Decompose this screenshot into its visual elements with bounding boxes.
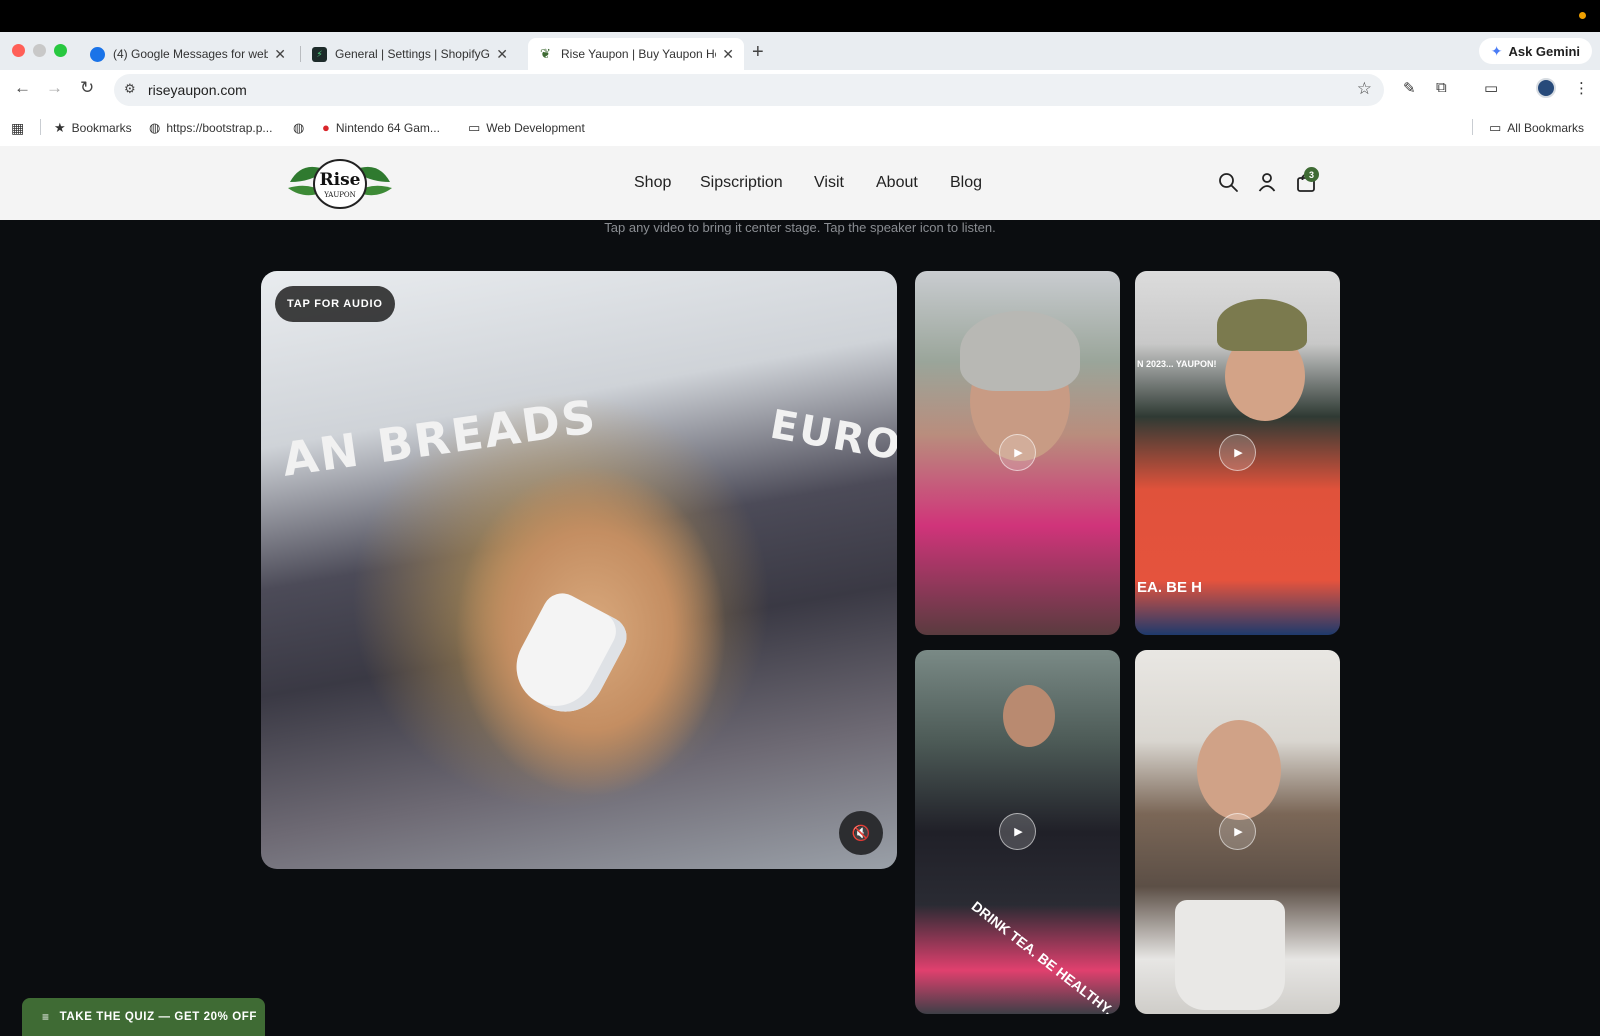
search-icon[interactable] xyxy=(1217,171,1239,193)
nav-sipscription[interactable]: Sipscription xyxy=(700,174,783,192)
tab-google-messages[interactable]: (4) Google Messages for web ✕ xyxy=(80,38,296,70)
person-face xyxy=(1003,685,1055,747)
bookmark-label: Nintendo 64 Gam... xyxy=(335,120,440,135)
person-hair xyxy=(960,311,1080,391)
bookmark-divider xyxy=(40,119,41,135)
rise-yaupon-logo[interactable]: Rise YAUPON xyxy=(282,152,398,214)
video-thumbnail-4[interactable]: ▶ xyxy=(1135,650,1340,1014)
banner-text: DRINK TEA. BE HEALTHY. xyxy=(968,897,1117,1014)
featured-video[interactable]: AN BREADS EUROPEA TAP FOR AUDIO 🔇 xyxy=(261,271,897,869)
browser-chrome: (4) Google Messages for web ✕ ⚡ General … xyxy=(0,32,1600,146)
video-thumbnail-1[interactable]: ▶ xyxy=(915,271,1120,635)
tab-title: General | Settings | ShopifyGPT xyxy=(335,47,491,61)
apps-grid-icon[interactable]: ▦ xyxy=(11,120,24,137)
banner-text: EA. BE H xyxy=(1137,579,1203,596)
window-close-button[interactable] xyxy=(12,44,25,57)
all-bookmarks-label: All Bookmarks xyxy=(1507,121,1584,135)
profile-avatar[interactable] xyxy=(1536,78,1556,98)
bookmarks-bar: ▦ ★ Bookmarks ◍ https://bootstrap.p... ◍… xyxy=(0,110,1600,144)
gemini-sparkle-icon: ✦ xyxy=(1490,42,1503,59)
bookmark-globe[interactable]: ◍ xyxy=(293,120,310,136)
messages-icon xyxy=(90,46,105,62)
tab-rise-yaupon[interactable]: ❦ Rise Yaupon | Buy Yaupon Holly ✕ xyxy=(528,38,744,70)
play-icon[interactable]: ▶ xyxy=(999,813,1036,850)
bookmark-label: Web Development xyxy=(486,121,585,135)
tap-for-audio-badge[interactable]: TAP FOR AUDIO xyxy=(275,286,395,322)
extensions-puzzle-icon[interactable]: ⧉ xyxy=(1436,79,1447,96)
white-mug xyxy=(1175,900,1285,1010)
logo-subtext: YAUPON xyxy=(323,191,356,199)
site-header: Rise YAUPON Shop Sipscription Visit Abou… xyxy=(0,146,1600,220)
game-icon: ● xyxy=(322,120,330,135)
ask-gemini-label: Ask Gemini xyxy=(1508,43,1580,59)
banner-text-right: EUROPEA xyxy=(766,401,897,487)
take-quiz-button[interactable]: ≡ TAKE THE QUIZ — GET 20% OFF xyxy=(22,998,265,1036)
sign-text: N 2023... YAUPON! xyxy=(1137,359,1217,369)
muted-speaker-icon[interactable]: 🔇 xyxy=(839,811,883,855)
back-arrow-icon[interactable]: ← xyxy=(14,78,31,98)
video-thumbnail-3[interactable]: DRINK TEA. BE HEALTHY. ▶ xyxy=(915,650,1120,1014)
play-icon[interactable]: ▶ xyxy=(999,434,1036,471)
bookmark-bootstrap[interactable]: ◍ https://bootstrap.p... xyxy=(149,120,272,136)
address-bar[interactable]: ⚙ riseyaupon.com ☆ xyxy=(114,74,1384,106)
person-face xyxy=(1197,720,1281,820)
url-text[interactable]: riseyaupon.com xyxy=(148,82,247,98)
nav-about[interactable]: About xyxy=(876,174,918,192)
window-minimize-button[interactable] xyxy=(33,44,46,57)
video-thumbnail-2[interactable]: N 2023... YAUPON! EA. BE H ▶ xyxy=(1135,271,1340,635)
paper-cup xyxy=(502,586,634,726)
filter-lines-icon: ≡ xyxy=(42,1010,50,1024)
bookmark-nintendo[interactable]: ● Nintendo 64 Gam... xyxy=(322,120,440,135)
play-icon[interactable]: ▶ xyxy=(1219,434,1256,471)
video-testimonials-section: Tap any video to bring it center stage. … xyxy=(0,220,1600,1036)
site-settings-icon[interactable]: ⚙ xyxy=(124,81,136,97)
new-tab-button[interactable]: + xyxy=(752,41,764,64)
bookmark-bookmarks[interactable]: ★ Bookmarks xyxy=(54,120,132,136)
folder-icon: ▭ xyxy=(468,120,481,135)
reload-icon[interactable]: ↻ xyxy=(80,78,94,98)
shopifygpt-icon: ⚡ xyxy=(312,46,327,62)
tab-divider xyxy=(300,46,301,62)
eyedropper-extension-icon[interactable]: ✎ xyxy=(1403,79,1416,97)
cast-search-icon[interactable]: ▭ xyxy=(1484,79,1498,97)
forward-arrow-icon[interactable]: → xyxy=(46,78,63,98)
more-menu-icon[interactable]: ⋮ xyxy=(1574,79,1589,97)
bookmark-label: https://bootstrap.p... xyxy=(166,121,273,135)
ask-gemini-button[interactable]: ✦ Ask Gemini xyxy=(1478,38,1592,64)
close-icon[interactable]: ✕ xyxy=(496,46,508,63)
take-quiz-label: TAKE THE QUIZ — GET 20% OFF xyxy=(59,1011,258,1023)
nav-shop[interactable]: Shop xyxy=(634,174,671,192)
bookmark-label: Bookmarks xyxy=(71,121,132,135)
tab-title: (4) Google Messages for web xyxy=(113,47,269,61)
globe-icon: ◍ xyxy=(293,120,305,135)
cart-count-badge: 3 xyxy=(1304,167,1319,182)
macos-menu-bar xyxy=(0,0,1600,32)
tab-shopifygpt[interactable]: ⚡ General | Settings | ShopifyGPT ✕ xyxy=(302,38,518,70)
bookmark-star-icon[interactable]: ☆ xyxy=(1357,79,1372,99)
window-zoom-button[interactable] xyxy=(54,44,67,57)
nav-visit[interactable]: Visit xyxy=(814,174,844,192)
tab-title: Rise Yaupon | Buy Yaupon Holly xyxy=(561,47,717,61)
globe-icon: ◍ xyxy=(149,120,161,135)
star-icon: ★ xyxy=(54,120,66,135)
account-icon[interactable] xyxy=(1256,171,1278,193)
section-subtitle: Tap any video to bring it center stage. … xyxy=(604,220,996,235)
close-icon[interactable]: ✕ xyxy=(274,46,286,63)
banner-text-left: AN BREADS xyxy=(278,389,601,487)
bookmark-web-development[interactable]: ▭ Web Development xyxy=(468,120,585,136)
nav-blog[interactable]: Blog xyxy=(950,174,982,192)
recording-indicator xyxy=(1579,12,1586,19)
tab-strip: (4) Google Messages for web ✕ ⚡ General … xyxy=(0,32,1600,70)
bookmark-divider xyxy=(1472,119,1473,135)
logo-wordmark: Rise xyxy=(320,170,361,190)
person-cap xyxy=(1217,299,1307,351)
close-icon[interactable]: ✕ xyxy=(722,46,734,63)
folder-icon: ▭ xyxy=(1489,120,1502,135)
browser-toolbar: ← → ↻ ⚙ riseyaupon.com ☆ ✎ ⧉ ▭ ⋮ xyxy=(0,70,1600,108)
all-bookmarks-button[interactable]: ▭ All Bookmarks xyxy=(1489,120,1584,136)
rise-leaf-icon: ❦ xyxy=(540,46,551,61)
play-icon[interactable]: ▶ xyxy=(1219,813,1256,850)
